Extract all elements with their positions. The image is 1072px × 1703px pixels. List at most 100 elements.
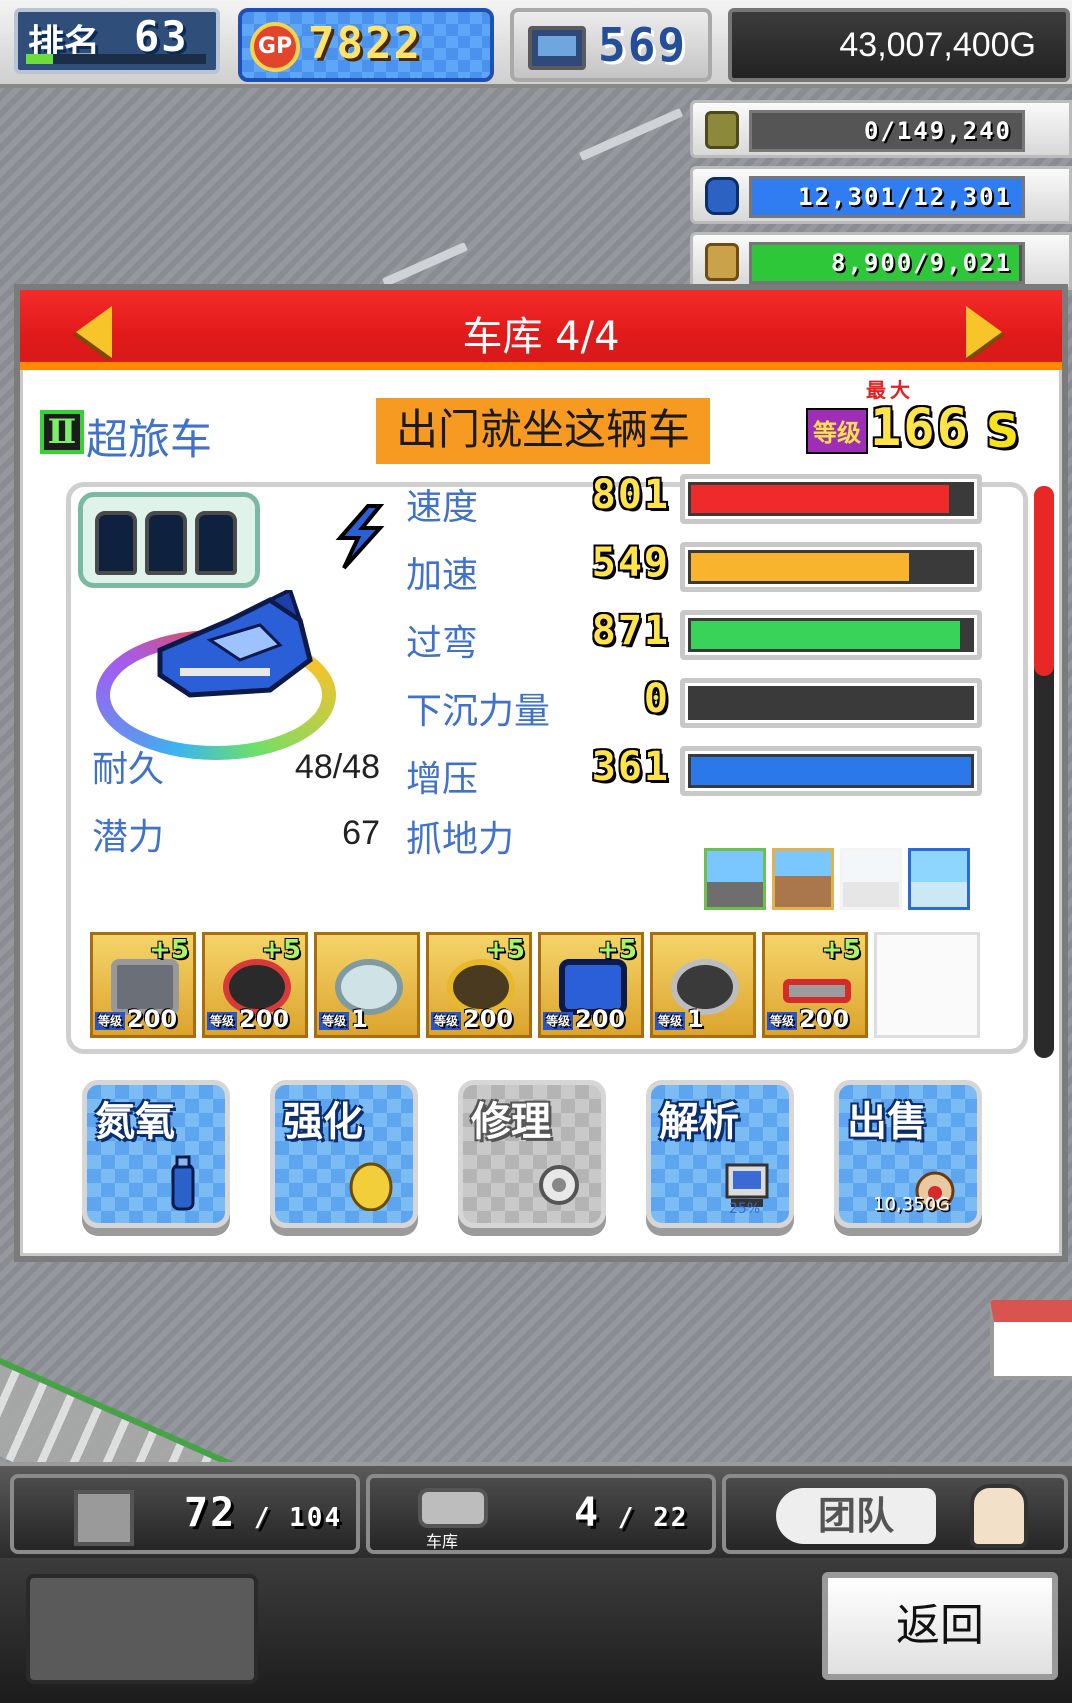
part-empty-slot[interactable] bbox=[874, 932, 980, 1038]
sell-price: 10,350G bbox=[873, 1194, 950, 1215]
rank-progress-bar bbox=[26, 54, 206, 64]
part-turbo[interactable]: 等级 1 bbox=[650, 932, 756, 1038]
sell-button[interactable]: 出售 10,350G bbox=[834, 1080, 982, 1228]
gp-display[interactable]: GP 7822 bbox=[238, 8, 494, 82]
resource-value: 12,301/12,301 bbox=[798, 183, 1012, 211]
part-filter[interactable]: 等级 1 bbox=[314, 932, 420, 1038]
rank-progress-fill bbox=[26, 54, 53, 64]
enhance-label: 强化 bbox=[283, 1099, 363, 1145]
race-car-icon[interactable] bbox=[150, 590, 320, 710]
nitro-label: 氮氧 bbox=[95, 1099, 175, 1145]
stat-speed-fill bbox=[691, 485, 949, 513]
fuel-tank-icon bbox=[95, 511, 137, 575]
items-tab[interactable]: 72 / 104 bbox=[10, 1474, 360, 1554]
stat-boost-label: 增压 bbox=[406, 759, 479, 800]
car-type-label: 超旅车 bbox=[86, 415, 213, 464]
stat-cornering-fill bbox=[691, 621, 960, 649]
garage-panel: 车库 4/4 Ⅱ 超旅车 出门就坐这辆车 最大 等级 166 S 速度 801 … bbox=[14, 284, 1068, 1262]
rank-display[interactable]: 排名 63 bbox=[14, 8, 220, 74]
resource-bar: 0/149,240 bbox=[749, 110, 1025, 152]
crate-icon bbox=[74, 1490, 134, 1546]
car-rank-letter: S bbox=[986, 404, 1020, 458]
nitro-button[interactable]: 氮氧 bbox=[82, 1080, 230, 1228]
part-brake[interactable]: +5 等级 200 bbox=[426, 932, 532, 1038]
part-level-value: 200 bbox=[575, 1005, 626, 1033]
part-level-tag: 等级 bbox=[655, 1011, 686, 1030]
analyze-button[interactable]: 解析 25% bbox=[646, 1080, 794, 1228]
garage-count-value: 4 bbox=[574, 1490, 601, 1536]
resource-food: 8,900/9,021 bbox=[690, 232, 1072, 290]
repair-label: 修理 bbox=[471, 1099, 551, 1145]
stat-speed-value: 801 bbox=[591, 472, 670, 518]
part-engine[interactable]: +5 等级 200 bbox=[90, 932, 196, 1038]
team-tab[interactable]: 团队 bbox=[722, 1474, 1068, 1554]
resource-value: 0/149,240 bbox=[863, 117, 1012, 145]
stat-boost-value: 361 bbox=[591, 744, 670, 790]
part-tire[interactable]: +5 等级 200 bbox=[202, 932, 308, 1038]
part-booster[interactable]: +5 等级 200 bbox=[538, 932, 644, 1038]
repair-button[interactable]: 修理 bbox=[458, 1080, 606, 1228]
part-level: 等级 200 bbox=[431, 1005, 513, 1033]
items-max: 104 bbox=[289, 1503, 343, 1533]
panel-header: 车库 4/4 bbox=[20, 290, 1062, 370]
road-marking bbox=[382, 242, 468, 287]
ice-mountain-icon bbox=[908, 848, 970, 910]
next-car-arrow-icon[interactable] bbox=[966, 306, 1002, 358]
stat-cornering-value: 871 bbox=[591, 608, 670, 654]
enhance-button[interactable]: 强化 bbox=[270, 1080, 418, 1228]
items-count: 72 / 104 bbox=[184, 1490, 342, 1536]
part-level-value: 200 bbox=[463, 1005, 514, 1033]
items-separator: / bbox=[236, 1503, 290, 1533]
part-plus: +5 bbox=[821, 935, 861, 965]
stat-cornering-bar bbox=[680, 610, 982, 660]
pit-building bbox=[990, 1300, 1072, 1380]
money-display: 43,007,400G bbox=[728, 8, 1070, 82]
stat-downforce-label: 下沉力量 bbox=[406, 691, 551, 732]
items-count-value: 72 bbox=[184, 1490, 237, 1536]
potential-label: 潜力 bbox=[92, 817, 165, 858]
wrench-gear-icon bbox=[539, 1165, 579, 1205]
part-level-tag: 等级 bbox=[431, 1011, 462, 1030]
resource-bar: 8,900/9,021 bbox=[749, 242, 1025, 284]
research-value: 569 bbox=[598, 18, 688, 72]
money-value: 43,007,400G bbox=[839, 26, 1036, 64]
part-plus: +5 bbox=[149, 935, 189, 965]
part-exhaust[interactable]: +5 等级 200 bbox=[762, 932, 868, 1038]
back-button[interactable]: 返回 bbox=[822, 1572, 1058, 1680]
fuel-tanks bbox=[78, 492, 260, 588]
lightning-icon bbox=[335, 504, 385, 570]
stat-downforce-bar bbox=[680, 678, 982, 728]
part-level-value: 1 bbox=[351, 1005, 368, 1033]
detail-scrollbar[interactable] bbox=[1034, 486, 1054, 1058]
research-points-display[interactable]: 569 bbox=[510, 8, 712, 82]
stat-accel-fill bbox=[691, 553, 909, 581]
garage-tab[interactable]: 车库 4 / 22 bbox=[366, 1474, 716, 1554]
car-nickname[interactable]: 出门就坐这辆车 bbox=[376, 398, 710, 464]
team-tab-label: 团队 bbox=[776, 1488, 936, 1544]
sunny-road-icon bbox=[704, 848, 766, 910]
part-level: 等级 200 bbox=[207, 1005, 289, 1033]
golden-egg-icon bbox=[349, 1162, 393, 1211]
part-plus: +5 bbox=[261, 935, 301, 965]
part-level-value: 1 bbox=[687, 1005, 704, 1033]
part-level: 等级 200 bbox=[543, 1005, 625, 1033]
fuel-tank-icon bbox=[195, 511, 237, 575]
stat-boost-bar bbox=[680, 746, 982, 796]
stat-cornering-label: 过弯 bbox=[406, 623, 479, 664]
top-status-bar: 排名 63 GP 7822 569 43,007,400G bbox=[0, 0, 1072, 88]
dirt-mountain-icon bbox=[772, 848, 834, 910]
part-level-value: 200 bbox=[799, 1005, 850, 1033]
part-plus: +5 bbox=[485, 935, 525, 965]
scroll-thumb[interactable] bbox=[1034, 486, 1054, 676]
resource-bar: 12,301/12,301 bbox=[749, 176, 1025, 218]
part-level: 等级 1 bbox=[655, 1005, 704, 1033]
fuel-bottle-icon bbox=[171, 1155, 195, 1211]
fuel-tank-icon bbox=[145, 511, 187, 575]
stat-speed-label: 速度 bbox=[406, 487, 479, 528]
stat-speed-bar bbox=[680, 474, 982, 524]
avatar-icon bbox=[970, 1484, 1028, 1548]
computer-icon bbox=[528, 26, 586, 70]
part-level-tag: 等级 bbox=[767, 1011, 798, 1030]
resource-value: 8,900/9,021 bbox=[831, 249, 1012, 277]
potential-value: 67 bbox=[342, 814, 380, 852]
